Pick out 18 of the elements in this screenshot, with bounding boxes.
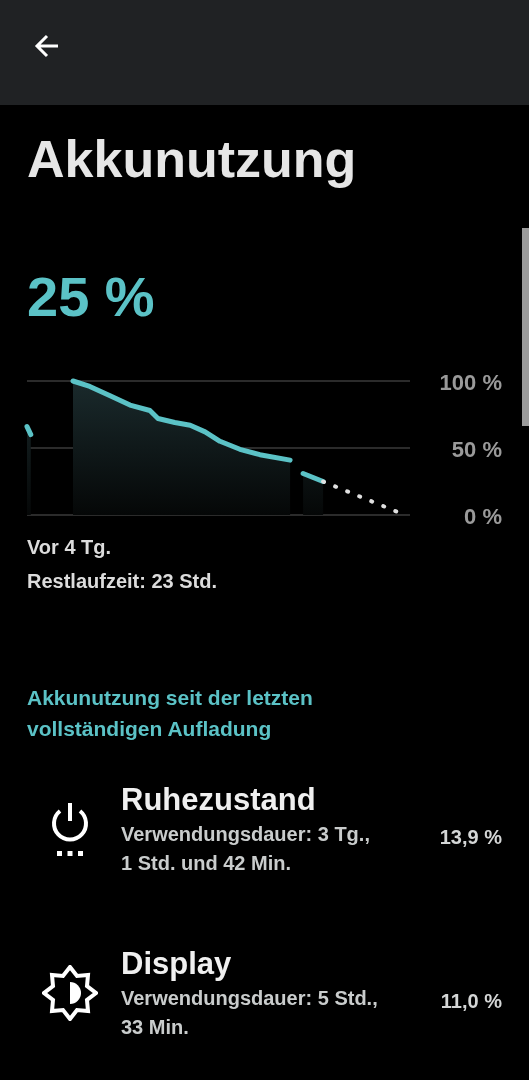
- battery-percentage: 25 %: [27, 265, 156, 329]
- section-heading: Akkunutzung seit der letzten vollständigen Aufladung: [27, 685, 314, 742]
- remaining-time: Restlaufzeit: 23 Std.: [27, 569, 219, 594]
- usage-item[interactable]: Display Verwendungsdauer: 5 Std., 33 Min. 11,0 %: [0, 944, 529, 1042]
- usage-percentage: 13,9 %: [439, 826, 502, 849]
- brightness-icon: [42, 965, 98, 1021]
- item-title: Ruhezustand: [121, 781, 317, 819]
- time-label: Vor 4 Tg.: [27, 535, 113, 560]
- usage-percentage: 11,0 %: [440, 990, 502, 1013]
- page-title: Akkunutzung: [27, 129, 358, 189]
- axis-tick-label: 50 %: [451, 437, 502, 462]
- usage-item[interactable]: Ruhezustand Verwendungsdauer: 3 Tg., 1 Std. und 42 Min. 13,9 %: [0, 780, 529, 878]
- axis-tick-label: 100 %: [439, 370, 502, 395]
- axis-tick-label: 0 %: [464, 504, 502, 529]
- usage-duration: Verwendungsdauer: 3 Tg., 1 Std. und 42 Min.: [121, 822, 371, 876]
- item-title: Display: [121, 945, 233, 983]
- scrollbar[interactable]: [522, 228, 529, 426]
- usage-duration: Verwendungsdauer: 5 Std., 33 Min.: [121, 986, 379, 1040]
